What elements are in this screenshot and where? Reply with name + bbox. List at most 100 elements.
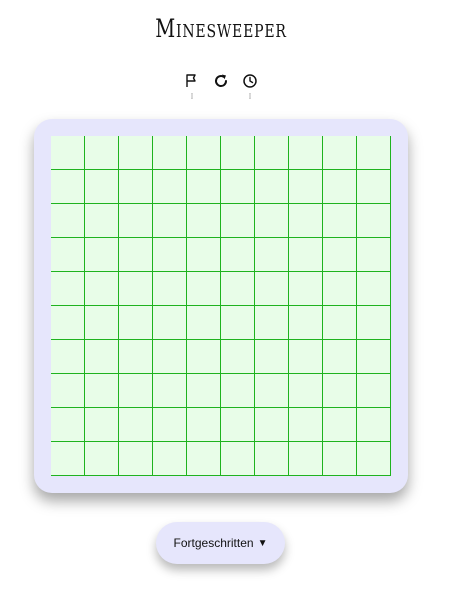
mine-cell[interactable] [153, 238, 187, 272]
mine-cell[interactable] [221, 408, 255, 442]
mine-cell[interactable] [51, 272, 85, 306]
mine-cell[interactable] [119, 136, 153, 170]
mine-cell[interactable] [187, 272, 221, 306]
mine-cell[interactable] [119, 272, 153, 306]
mine-cell[interactable] [323, 408, 357, 442]
mine-cell[interactable] [51, 136, 85, 170]
mine-cell[interactable] [85, 374, 119, 408]
mine-cell[interactable] [289, 306, 323, 340]
mine-cell[interactable] [153, 340, 187, 374]
mine-cell[interactable] [357, 238, 391, 272]
mine-cell[interactable] [85, 136, 119, 170]
mine-cell[interactable] [119, 408, 153, 442]
mine-cell[interactable] [51, 170, 85, 204]
mine-cell[interactable] [119, 442, 153, 476]
mine-cell[interactable] [51, 238, 85, 272]
mine-cell[interactable] [357, 306, 391, 340]
mine-cell[interactable] [323, 136, 357, 170]
mine-cell[interactable] [255, 170, 289, 204]
mine-cell[interactable] [187, 204, 221, 238]
mine-cell[interactable] [51, 306, 85, 340]
mine-cell[interactable] [85, 170, 119, 204]
mine-cell[interactable] [221, 272, 255, 306]
mine-cell[interactable] [85, 238, 119, 272]
mine-cell[interactable] [187, 340, 221, 374]
difficulty-select[interactable]: Fortgeschritten ▼ [156, 522, 285, 564]
mine-cell[interactable] [119, 170, 153, 204]
mine-cell[interactable] [153, 136, 187, 170]
mine-cell[interactable] [255, 238, 289, 272]
mine-cell[interactable] [255, 204, 289, 238]
mine-cell[interactable] [187, 374, 221, 408]
mine-cell[interactable] [153, 272, 187, 306]
mine-cell[interactable] [357, 442, 391, 476]
mine-cell[interactable] [187, 442, 221, 476]
mine-cell[interactable] [221, 306, 255, 340]
mine-cell[interactable] [221, 442, 255, 476]
mine-cell[interactable] [51, 408, 85, 442]
mine-cell[interactable] [289, 170, 323, 204]
mine-cell[interactable] [85, 408, 119, 442]
mine-cell[interactable] [119, 340, 153, 374]
mine-cell[interactable] [357, 340, 391, 374]
mine-cell[interactable] [323, 306, 357, 340]
mine-cell[interactable] [187, 238, 221, 272]
mine-cell[interactable] [255, 136, 289, 170]
mine-cell[interactable] [51, 340, 85, 374]
mine-cell[interactable] [323, 204, 357, 238]
mine-cell[interactable] [357, 136, 391, 170]
mine-cell[interactable] [221, 340, 255, 374]
flag-tool[interactable]: 0 [182, 73, 202, 107]
mine-cell[interactable] [187, 170, 221, 204]
mine-cell[interactable] [323, 272, 357, 306]
mine-cell[interactable] [51, 374, 85, 408]
mine-cell[interactable] [323, 238, 357, 272]
mine-cell[interactable] [221, 136, 255, 170]
mine-cell[interactable] [153, 170, 187, 204]
mine-cell[interactable] [289, 136, 323, 170]
mine-cell[interactable] [153, 408, 187, 442]
mine-cell[interactable] [357, 170, 391, 204]
mine-cell[interactable] [357, 272, 391, 306]
mine-cell[interactable] [51, 442, 85, 476]
mine-cell[interactable] [289, 442, 323, 476]
restart-button[interactable] [211, 73, 231, 89]
mine-cell[interactable] [255, 374, 289, 408]
mine-cell[interactable] [187, 408, 221, 442]
mine-cell[interactable] [255, 272, 289, 306]
mine-cell[interactable] [357, 374, 391, 408]
mine-cell[interactable] [221, 238, 255, 272]
mine-cell[interactable] [289, 238, 323, 272]
mine-cell[interactable] [221, 374, 255, 408]
mine-cell[interactable] [153, 306, 187, 340]
mine-cell[interactable] [255, 340, 289, 374]
mine-cell[interactable] [119, 374, 153, 408]
mine-cell[interactable] [289, 374, 323, 408]
mine-cell[interactable] [187, 306, 221, 340]
mine-cell[interactable] [85, 340, 119, 374]
mine-cell[interactable] [153, 442, 187, 476]
mine-cell[interactable] [289, 204, 323, 238]
mine-cell[interactable] [119, 204, 153, 238]
mine-cell[interactable] [255, 442, 289, 476]
mine-cell[interactable] [85, 442, 119, 476]
mine-cell[interactable] [85, 204, 119, 238]
mine-cell[interactable] [51, 204, 85, 238]
mine-cell[interactable] [119, 238, 153, 272]
mine-cell[interactable] [221, 170, 255, 204]
mine-cell[interactable] [323, 442, 357, 476]
mine-cell[interactable] [289, 272, 323, 306]
mine-cell[interactable] [85, 272, 119, 306]
mine-cell[interactable] [187, 136, 221, 170]
mine-cell[interactable] [357, 204, 391, 238]
mine-cell[interactable] [323, 340, 357, 374]
mine-cell[interactable] [255, 408, 289, 442]
mine-cell[interactable] [323, 374, 357, 408]
mine-cell[interactable] [255, 306, 289, 340]
mine-cell[interactable] [221, 204, 255, 238]
mine-cell[interactable] [119, 306, 153, 340]
mine-cell[interactable] [85, 306, 119, 340]
mine-cell[interactable] [289, 408, 323, 442]
mine-cell[interactable] [289, 340, 323, 374]
mine-cell[interactable] [323, 170, 357, 204]
